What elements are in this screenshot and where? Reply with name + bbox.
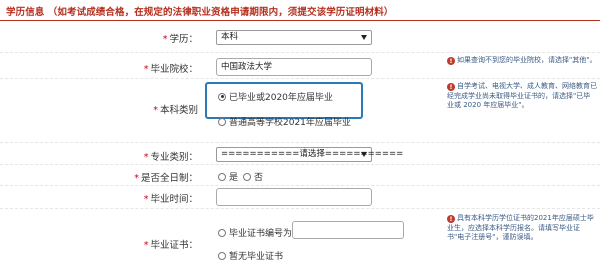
- category-option-graduated[interactable]: 已毕业或2020年应届毕业: [218, 90, 333, 103]
- chevron-down-icon: [361, 152, 367, 157]
- radio[interactable]: [218, 117, 226, 126]
- certificate-number-input[interactable]: [292, 221, 404, 239]
- education-value: 本科: [221, 32, 239, 42]
- row-divider: [0, 208, 600, 209]
- row-divider: [0, 142, 600, 143]
- major-select[interactable]: ===========请选择===========: [216, 147, 403, 162]
- row-divider: [0, 78, 600, 79]
- radio[interactable]: [218, 172, 226, 181]
- fulltime-option-yes[interactable]: 是: [218, 170, 238, 183]
- radio-checked[interactable]: [218, 92, 226, 101]
- category-hint: ! 自学考试、电视大学、成人教育、网络教育已经完成学业尚未取得毕业证书的，请选择"…: [447, 82, 597, 109]
- school-hint: ! 如果查询不到您的毕业院校，请选择"其他"。: [447, 56, 597, 66]
- fulltime-option-no[interactable]: 否: [243, 170, 263, 183]
- info-icon: !: [447, 57, 455, 65]
- grad-time-input[interactable]: [216, 188, 372, 206]
- section-header: 学历信息 （如考试成绩合格，在规定的法律职业资格申请期限内，须提交该学历证明材料…: [0, 0, 600, 22]
- certificate-hint: ! 具有本科学历学位证书的2021年应届硕士毕业生，应选择本科学历报名。请填写毕业…: [447, 214, 594, 241]
- required-mark: *: [134, 173, 139, 184]
- grad-time-label: * 毕业时间：: [143, 194, 198, 205]
- radio[interactable]: [218, 251, 226, 260]
- row-divider: [0, 164, 600, 165]
- required-mark: *: [143, 240, 149, 251]
- row-divider: [0, 185, 600, 186]
- category-option-2021[interactable]: 普通高等学校2021年应届毕业: [218, 115, 351, 128]
- required-mark: *: [162, 34, 168, 45]
- required-mark: *: [143, 152, 149, 163]
- education-select[interactable]: 本科: [216, 30, 372, 45]
- radio[interactable]: [218, 228, 226, 237]
- certificate-option-number[interactable]: 毕业证书编号为: [218, 226, 292, 239]
- major-value: ===========请选择===========: [221, 149, 404, 159]
- required-mark: *: [143, 194, 149, 205]
- row-divider: [0, 52, 600, 53]
- school-label: * 毕业院校：: [143, 64, 198, 75]
- radio[interactable]: [243, 172, 251, 181]
- info-icon: !: [447, 83, 455, 91]
- required-mark: *: [153, 105, 158, 116]
- header-divider: [0, 20, 600, 21]
- required-mark: *: [143, 64, 149, 75]
- education-label: * 学历：: [162, 34, 198, 45]
- fulltime-label: * 是否全日制：: [134, 173, 198, 184]
- chevron-down-icon: [361, 35, 367, 40]
- category-label: * 本科类别: [153, 105, 198, 116]
- section-title: 学历信息 （如考试成绩合格，在规定的法律职业资格申请期限内，须提交该学历证明材料…: [6, 7, 394, 18]
- school-input[interactable]: 中国政法大学: [216, 58, 372, 76]
- certificate-option-none[interactable]: 暂无毕业证书: [218, 249, 283, 262]
- major-label: * 专业类别：: [143, 152, 198, 163]
- info-icon: !: [447, 215, 455, 223]
- certificate-label: * 毕业证书：: [143, 240, 198, 251]
